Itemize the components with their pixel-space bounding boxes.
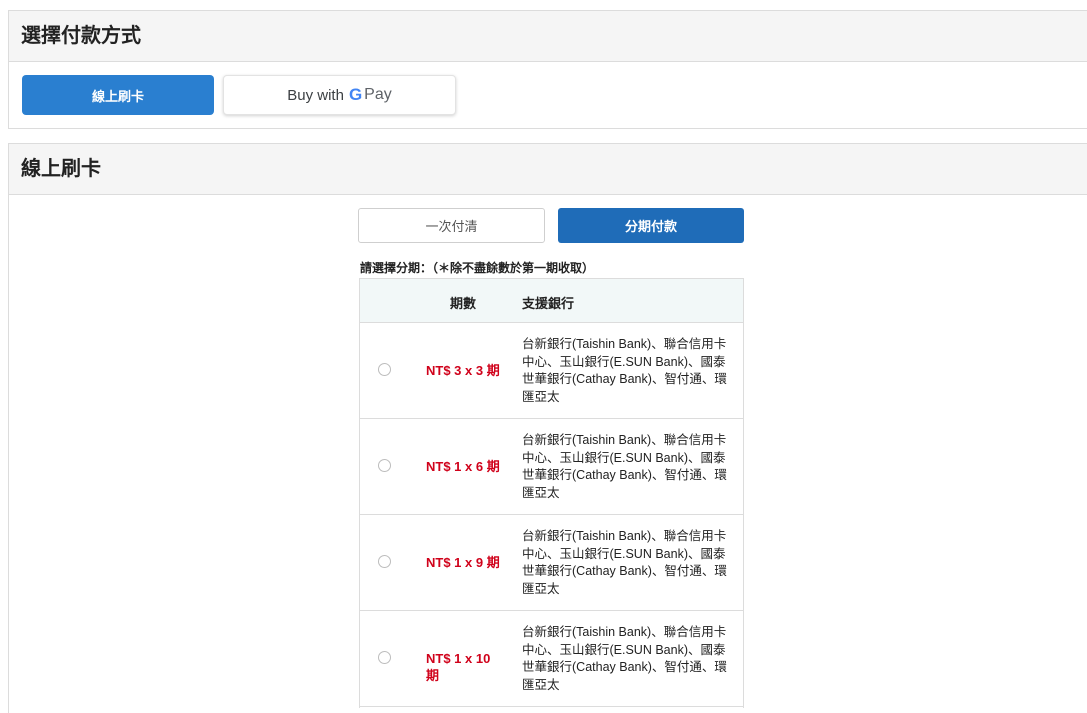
supported-banks: 台新銀行(Taishin Bank)、聯合信用卡中心、玉山銀行(E.SUN Ba… <box>522 625 727 692</box>
supported-banks: 台新銀行(Taishin Bank)、聯合信用卡中心、玉山銀行(E.SUN Ba… <box>522 433 727 500</box>
header-bank: 支援銀行 <box>522 296 575 311</box>
table-row[interactable]: NT$ 1 x 10 期 台新銀行(Taishin Bank)、聯合信用卡中心、… <box>360 611 743 707</box>
table-row[interactable]: NT$ 1 x 6 期 台新銀行(Taishin Bank)、聯合信用卡中心、玉… <box>360 419 743 515</box>
tab-installment-payment[interactable]: 分期付款 <box>558 208 744 243</box>
installment-radio[interactable] <box>378 651 391 664</box>
tab-one-time-payment[interactable]: 一次付清 <box>358 208 545 243</box>
table-row[interactable]: NT$ 1 x 9 期 台新銀行(Taishin Bank)、聯合信用卡中心、玉… <box>360 515 743 611</box>
table-row[interactable]: NT$ 3 x 3 期 台新銀行(Taishin Bank)、聯合信用卡中心、玉… <box>360 323 743 419</box>
installment-amount: NT$ 3 x 3 期 <box>426 363 500 378</box>
installment-radio[interactable] <box>378 459 391 472</box>
payment-method-title: 選擇付款方式 <box>9 11 1087 62</box>
payment-method-panel: 選擇付款方式 線上刷卡 Buy with G Pay <box>8 10 1087 129</box>
google-g-icon: G <box>348 85 363 104</box>
installment-table: 期數 支援銀行 NT$ 3 x 3 期 台新銀行(Taishin Bank)、聯… <box>359 278 744 708</box>
installment-radio[interactable] <box>378 555 391 568</box>
gpay-pay-word: Pay <box>364 86 392 103</box>
installment-amount: NT$ 1 x 10 期 <box>426 651 491 683</box>
installment-radio[interactable] <box>378 363 391 376</box>
credit-card-panel: 線上刷卡 一次付清 分期付款 請選擇分期：（＊除不盡餘數於第一期收取） 期數 支… <box>8 143 1087 713</box>
gpay-prefix: Buy with <box>287 86 344 104</box>
credit-card-button[interactable]: 線上刷卡 <box>22 75 214 115</box>
installment-amount: NT$ 1 x 9 期 <box>426 555 500 570</box>
supported-banks: 台新銀行(Taishin Bank)、聯合信用卡中心、玉山銀行(E.SUN Ba… <box>522 337 727 404</box>
table-header: 期數 支援銀行 <box>360 279 743 323</box>
credit-card-section-title: 線上刷卡 <box>9 144 1087 195</box>
installment-amount: NT$ 1 x 6 期 <box>426 459 500 474</box>
header-period: 期數 <box>450 296 477 311</box>
supported-banks: 台新銀行(Taishin Bank)、聯合信用卡中心、玉山銀行(E.SUN Ba… <box>522 529 727 596</box>
installment-instruction: 請選擇分期：（＊除不盡餘數於第一期收取） <box>360 261 595 275</box>
google-pay-button[interactable]: Buy with G Pay <box>223 75 456 115</box>
